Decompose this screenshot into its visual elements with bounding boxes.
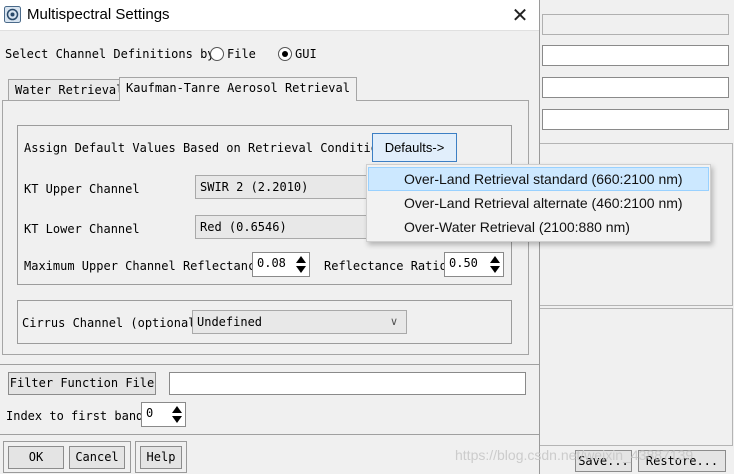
ok-button[interactable]: OK — [8, 446, 64, 469]
chevron-down-icon: ∨ — [389, 315, 398, 328]
kt-lower-select[interactable]: Red (0.6546) — [195, 215, 370, 239]
index-first-band-value: 0 — [146, 406, 154, 420]
bg-field-4[interactable] — [542, 109, 729, 130]
tab-water-retrieval[interactable]: Water Retrieval — [8, 79, 131, 101]
radio-gui[interactable] — [278, 47, 292, 61]
dialog-title: Multispectral Settings — [27, 6, 170, 23]
kt-upper-select[interactable]: SWIR 2 (2.2010) — [195, 175, 370, 199]
reflectance-ratio-label: Reflectance Ratio — [324, 259, 447, 273]
spinner-arrows-icon[interactable] — [172, 406, 182, 423]
defaults-menu: Over-Land Retrieval standard (660:2100 n… — [366, 164, 711, 242]
filter-file-input[interactable] — [169, 372, 526, 395]
radio-gui-label: GUI — [295, 47, 317, 61]
menu-item-over-water[interactable]: Over-Water Retrieval (2100:880 nm) — [368, 215, 709, 239]
cirrus-select[interactable]: Undefined ∨ — [192, 310, 407, 334]
menu-item-over-land-standard[interactable]: Over-Land Retrieval standard (660:2100 n… — [368, 167, 709, 191]
max-upper-reflectance-label: Maximum Upper Channel Reflectance — [24, 259, 263, 273]
index-first-band-spinner[interactable]: 0 — [141, 402, 186, 427]
assign-defaults-label: Assign Default Values Based on Retrieval… — [24, 141, 393, 155]
cirrus-value: Undefined — [197, 315, 263, 329]
kt-upper-value: SWIR 2 (2.2010) — [200, 180, 309, 194]
menu-item-over-land-alternate[interactable]: Over-Land Retrieval alternate (460:2100 … — [368, 191, 709, 215]
radio-file[interactable] — [210, 47, 224, 61]
spinner-arrows-icon[interactable] — [490, 256, 500, 273]
max-upper-reflectance-value: 0.08 — [257, 256, 286, 270]
kt-upper-label: KT Upper Channel — [24, 182, 140, 196]
watermark-text: https://blog.csdn.net/weixin_43887139 — [455, 447, 694, 463]
bg-panel-lower — [538, 308, 733, 446]
bg-field-2[interactable] — [542, 45, 729, 66]
spinner-arrows-icon[interactable] — [296, 256, 306, 273]
close-icon[interactable]: ✕ — [506, 2, 534, 28]
select-definitions-label: Select Channel Definitions by — [5, 47, 215, 61]
title-bar: Multispectral Settings ✕ — [0, 0, 539, 31]
app-icon — [4, 6, 21, 23]
index-first-band-label: Index to first band — [6, 409, 144, 423]
divider — [0, 364, 539, 365]
tab-kaufman-tanre[interactable]: Kaufman-Tanre Aerosol Retrieval — [119, 77, 357, 101]
reflectance-ratio-spinner[interactable]: 0.50 — [444, 252, 504, 277]
reflectance-ratio-value: 0.50 — [449, 256, 478, 270]
bg-field-1[interactable] — [542, 14, 729, 35]
defaults-button[interactable]: Defaults-> — [372, 133, 457, 162]
kt-lower-value: Red (0.6546) — [200, 220, 287, 234]
help-button[interactable]: Help — [140, 446, 182, 469]
cancel-button[interactable]: Cancel — [69, 446, 125, 469]
cirrus-label: Cirrus Channel (optional) — [22, 316, 203, 330]
kt-lower-label: KT Lower Channel — [24, 222, 140, 236]
max-upper-reflectance-spinner[interactable]: 0.08 — [252, 252, 310, 277]
radio-file-label: File — [227, 47, 256, 61]
divider — [0, 434, 539, 435]
bg-field-3[interactable] — [542, 77, 729, 98]
filter-function-file-button[interactable]: Filter Function File — [8, 372, 156, 395]
